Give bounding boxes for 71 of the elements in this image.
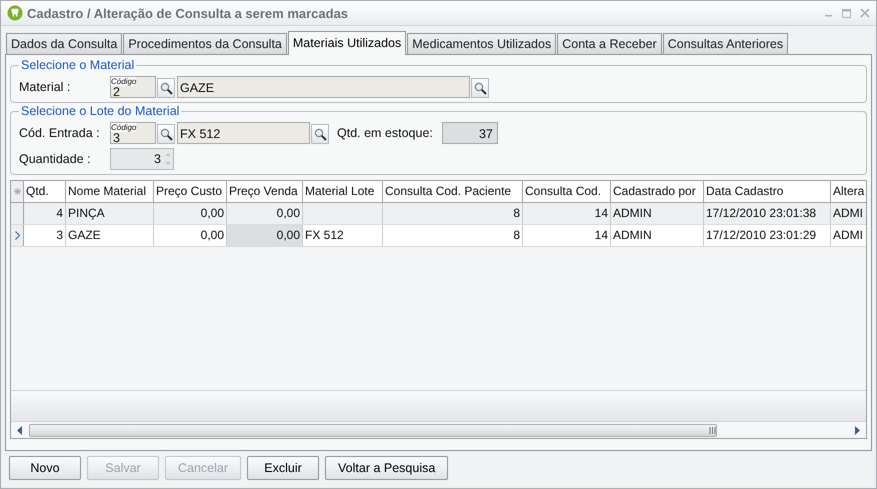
grip-icon: [709, 426, 716, 434]
stock-label: Qtd. em estoque:: [337, 126, 433, 142]
code-field[interactable]: Código 3: [110, 122, 156, 144]
column-header[interactable]: Consulta Cod.: [523, 181, 611, 202]
tab[interactable]: Materiais Utilizados: [288, 31, 406, 55]
column-header[interactable]: Altera: [831, 181, 866, 202]
table-cell: PINÇA: [66, 203, 154, 224]
material-name-field[interactable]: GAZE: [177, 76, 470, 98]
column-header[interactable]: Qtd.: [24, 181, 66, 202]
table-cell: 0,00: [154, 203, 227, 224]
group-title: Selecione o Material: [20, 58, 136, 72]
search-icon: [160, 82, 172, 94]
table-cell: 0,00: [227, 225, 303, 246]
close-icon[interactable]: [860, 8, 870, 18]
tab[interactable]: Procedimentos da Consulta: [123, 33, 287, 54]
tab[interactable]: Consultas Anteriores: [662, 33, 788, 54]
column-header[interactable]: Consulta Cod. Paciente: [383, 181, 523, 202]
search-button[interactable]: [471, 78, 489, 98]
lot-field[interactable]: FX 512: [177, 122, 310, 144]
table-cell: ADMIN: [611, 225, 704, 246]
action-button[interactable]: Novo: [9, 456, 81, 480]
table-cell: 17/12/2010 23:01:29: [704, 225, 831, 246]
search-button[interactable]: [157, 124, 175, 144]
table-cell: 8: [383, 225, 523, 246]
table-cell: 14: [523, 225, 611, 246]
code-caption: Código: [111, 77, 136, 86]
row-header-cell[interactable]: [11, 225, 24, 246]
action-button[interactable]: Voltar a Pesquisa: [325, 456, 448, 480]
column-header[interactable]: Material Lote: [303, 181, 383, 202]
code-field[interactable]: Código 2: [110, 76, 156, 98]
table-cell: ADMI: [831, 225, 866, 246]
window-title: Cadastro / Alteração de Consulta a serem marcadas: [27, 6, 348, 20]
scroll-thumb[interactable]: [29, 424, 717, 436]
search-button[interactable]: [157, 78, 175, 98]
table-cell: 0,00: [227, 203, 303, 224]
column-header[interactable]: Data Cadastro: [704, 181, 831, 202]
group-title: Selecione o Lote do Material: [20, 104, 180, 118]
asterisk-icon: [14, 188, 20, 195]
table-cell: 4: [24, 203, 66, 224]
search-icon: [314, 128, 326, 140]
scroll-right-icon[interactable]: [854, 426, 860, 434]
search-button[interactable]: [311, 124, 329, 144]
column-header[interactable]: Preço Custo: [154, 181, 227, 202]
column-header[interactable]: Cadastrado por: [611, 181, 704, 202]
search-icon: [474, 82, 486, 94]
scroll-left-icon[interactable]: [17, 426, 23, 434]
action-button[interactable]: Excluir: [247, 456, 320, 480]
table-cell: ADMI: [831, 203, 866, 224]
current-row-icon: [14, 231, 20, 240]
search-icon: [160, 128, 172, 140]
table-cell: 3: [24, 225, 66, 246]
horizontal-scrollbar[interactable]: [11, 421, 866, 438]
tab[interactable]: Dados da Consulta: [6, 33, 122, 54]
table-cell: FX 512: [303, 225, 383, 246]
tab[interactable]: Conta a Receber: [557, 33, 662, 54]
table-cell: 8: [383, 203, 523, 224]
table-cell: 17/12/2010 23:01:38: [704, 203, 831, 224]
tooth-logo-icon: [7, 5, 23, 21]
tab[interactable]: Medicamentos Utilizados: [407, 33, 556, 54]
table-cell: GAZE: [66, 225, 154, 246]
column-header[interactable]: Preço Venda: [227, 181, 303, 202]
quantity-label: Quantidade :: [19, 152, 92, 168]
table-cell: 14: [523, 203, 611, 224]
entry-code-label: Cód. Entrada :: [19, 126, 101, 142]
table-cell: ADMIN: [611, 203, 704, 224]
stock-field: 37: [442, 122, 498, 144]
code-caption: Código: [111, 123, 136, 132]
column-header[interactable]: Nome Material: [66, 181, 154, 202]
quantity-spinner[interactable]: 3: [110, 148, 174, 170]
material-label: Material :: [19, 80, 72, 96]
maximize-icon[interactable]: [842, 8, 851, 18]
